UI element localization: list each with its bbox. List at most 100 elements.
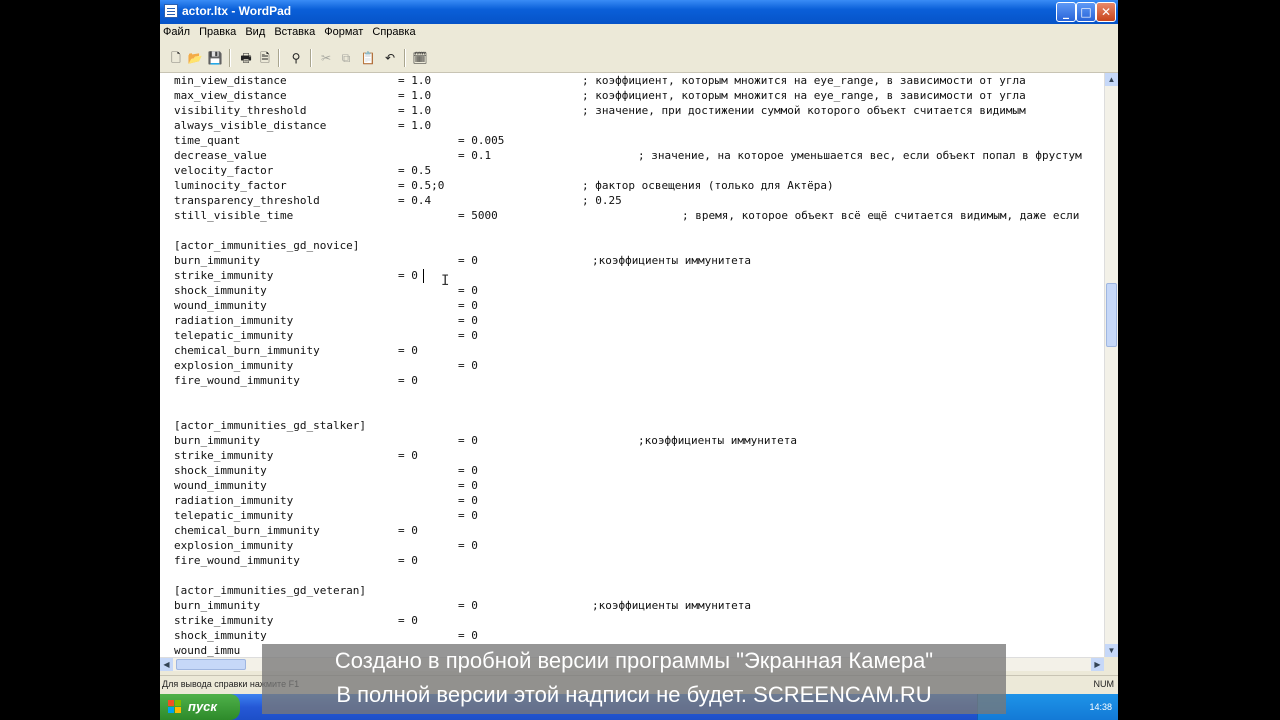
toolbar-separator: [404, 49, 406, 67]
document-area[interactable]: min_view_distance = 1.0 ; коэффициент, кот…: [160, 73, 1104, 657]
start-label: пуск: [188, 699, 217, 714]
menu-edit[interactable]: Правка: [196, 24, 239, 38]
vertical-scrollbar[interactable]: ▲ ▼: [1104, 73, 1118, 657]
find-icon[interactable]: ⚲: [288, 50, 304, 66]
menu-format[interactable]: Формат: [321, 24, 366, 38]
cut-icon[interactable]: ✂: [318, 50, 334, 66]
menu-insert[interactable]: Вставка: [271, 24, 318, 38]
document-line: decrease_value = 0.1 ; значение, на которо…: [174, 148, 1104, 163]
line-key: min_view_distance: [174, 74, 287, 87]
line-value: = 0: [398, 554, 418, 567]
document-line: burn_immunity = 0 ;коэффициенты иммунитета: [174, 253, 1104, 268]
toolbar-separator: [310, 49, 312, 67]
line-value: = 0.5: [398, 164, 432, 177]
datetime-icon[interactable]: 🗓: [412, 50, 428, 66]
line-value: = 0: [458, 329, 478, 342]
line-key: radiation_immunity: [174, 314, 294, 327]
document-line: min_view_distance = 1.0 ; коэффициент, кот…: [174, 73, 1104, 88]
line-key: strike_immunity: [174, 614, 274, 627]
line-comment: ; 0.25: [582, 194, 622, 207]
window-title: actor.ltx - WordPad: [182, 4, 292, 18]
line-value: = 0: [458, 464, 478, 477]
new-icon[interactable]: 🗋: [168, 50, 184, 66]
line-value: = 0.005: [458, 134, 505, 147]
line-key: shock_immunity: [174, 464, 267, 477]
line-key: luminocity_factor: [174, 179, 287, 192]
line-key: burn_immunity: [174, 254, 261, 267]
line-value: = 0: [398, 524, 418, 537]
line-key: fire_wound_immunity: [174, 374, 300, 387]
scroll-down-icon[interactable]: ▼: [1105, 644, 1118, 657]
line-value: = 0: [458, 284, 478, 297]
document-line: shock_immunity = 0: [174, 628, 1104, 643]
scroll-left-icon[interactable]: ◀: [160, 658, 173, 671]
line-key: always_visible_distance: [174, 119, 327, 132]
num-lock-indicator: NUM: [1093, 679, 1115, 689]
line-value: = 1.0: [398, 74, 432, 87]
document-line: strike_immunity = 0: [174, 268, 1104, 283]
line-value: = 0: [398, 344, 418, 357]
document-line: radiation_immunity = 0: [174, 493, 1104, 508]
line-value: = 0: [458, 539, 478, 552]
line-key: chemical_burn_immunity: [174, 344, 320, 357]
line-value: = 5000: [458, 209, 498, 222]
document-line: [actor_immunities_gd_stalker]: [174, 418, 1104, 433]
line-value: = 0: [458, 434, 478, 447]
document-line: chemical_burn_immunity = 0: [174, 343, 1104, 358]
scroll-up-icon[interactable]: ▲: [1105, 73, 1118, 86]
line-key: explosion_immunity: [174, 359, 294, 372]
line-value: = 0: [458, 629, 478, 642]
close-button[interactable]: ✕: [1096, 2, 1116, 22]
line-value: = 0: [458, 479, 478, 492]
horizontal-scroll-thumb[interactable]: [176, 659, 246, 670]
open-icon[interactable]: 📂: [187, 50, 203, 66]
clock[interactable]: 14:38: [1089, 702, 1112, 712]
document-line: shock_immunity = 0: [174, 283, 1104, 298]
line-key: [actor_immunities_gd_novice]: [174, 239, 360, 252]
line-value: = 0: [458, 509, 478, 522]
line-value: = 0.5;0: [398, 179, 445, 192]
line-value: = 0: [398, 374, 418, 387]
vertical-scroll-thumb[interactable]: [1106, 283, 1117, 347]
line-comment: ; фактор освещения (только для Актёра): [582, 179, 834, 192]
menu-file[interactable]: Файл: [160, 24, 193, 38]
document-line: [actor_immunities_gd_veteran]: [174, 583, 1104, 598]
scroll-right-icon[interactable]: ▶: [1091, 658, 1104, 671]
document-line: wound_immunity = 0: [174, 478, 1104, 493]
menu-view[interactable]: Вид: [242, 24, 268, 38]
document-line: luminocity_factor = 0.5;0 ; фактор освещен…: [174, 178, 1104, 193]
document-line: still_visible_time = 5000 ; время, которое…: [174, 208, 1104, 223]
wordpad-app-icon[interactable]: [164, 4, 178, 18]
line-comment: ; значение, при достижении суммой которо…: [582, 104, 1026, 117]
copy-icon[interactable]: ⧉: [338, 50, 354, 66]
line-value: = 0: [458, 299, 478, 312]
menu-help[interactable]: Справка: [369, 24, 418, 38]
line-key: explosion_immunity: [174, 539, 294, 552]
minimize-button[interactable]: _: [1056, 2, 1076, 22]
line-key: wound_immunity: [174, 479, 267, 492]
line-value: = 0: [398, 449, 418, 462]
line-key: transparency_threshold: [174, 194, 320, 207]
line-key: [actor_immunities_gd_stalker]: [174, 419, 367, 432]
save-icon[interactable]: 💾: [207, 50, 223, 66]
print-icon[interactable]: 🖶: [238, 50, 254, 66]
line-key: velocity_factor: [174, 164, 274, 177]
maximize-button[interactable]: □: [1076, 2, 1096, 22]
line-value: = 0: [458, 314, 478, 327]
undo-icon[interactable]: ↶: [382, 50, 398, 66]
document-line: strike_immunity = 0: [174, 448, 1104, 463]
line-key: chemical_burn_immunity: [174, 524, 320, 537]
start-button[interactable]: пуск: [160, 694, 240, 720]
line-value: = 1.0: [398, 119, 432, 132]
print-preview-icon[interactable]: 🗎: [257, 50, 273, 66]
line-key: wound_immunity: [174, 299, 267, 312]
paste-icon[interactable]: 📋: [360, 50, 376, 66]
document-line: burn_immunity = 0 ;коэффициенты иммунитета: [174, 598, 1104, 613]
line-key: burn_immunity: [174, 434, 261, 447]
line-key: strike_immunity: [174, 449, 274, 462]
document-line: [actor_immunities_gd_novice]: [174, 238, 1104, 253]
document-line: explosion_immunity = 0: [174, 538, 1104, 553]
